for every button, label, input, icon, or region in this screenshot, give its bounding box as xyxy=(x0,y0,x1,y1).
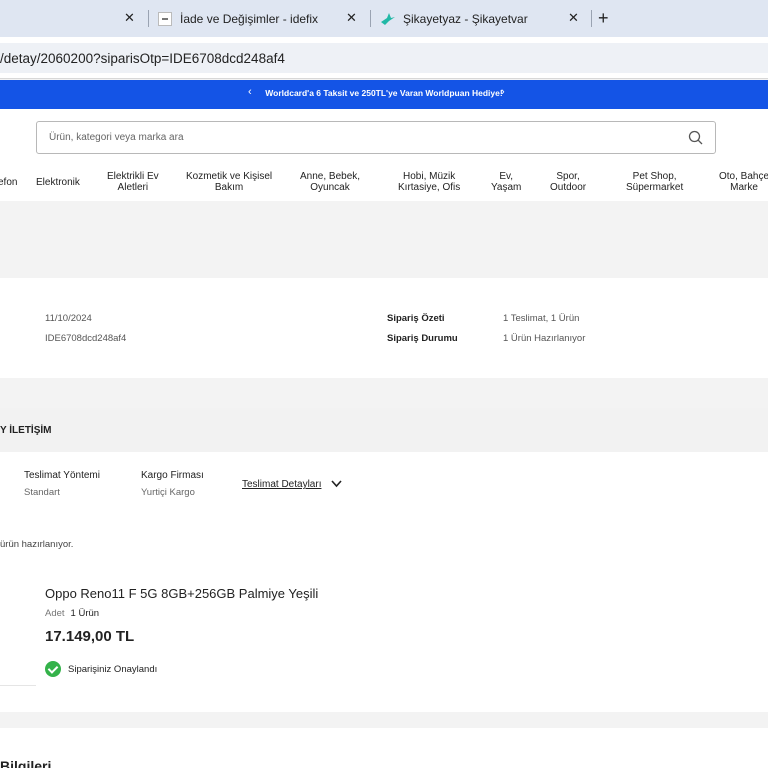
nav-label: Bakım xyxy=(214,182,244,193)
nav-label: Elektronik xyxy=(36,177,80,188)
nav-item-kozmetik[interactable]: Kozmetik ve Kişisel Bakım xyxy=(186,171,272,193)
divider xyxy=(0,685,36,686)
chevron-down-icon[interactable] xyxy=(331,479,342,488)
delivery-method-value: Standart xyxy=(24,487,60,498)
nav-label: Spor, xyxy=(556,171,580,182)
close-tab-icon[interactable]: ✕ xyxy=(124,11,135,25)
order-summary-card: 11/10/2024 IDE6708dcd248af4 Sipariş Özet… xyxy=(0,278,768,378)
browser-tab-bar: ✕ İade ve Değişimler - idefix ✕ Şikayety… xyxy=(0,0,768,37)
order-date: 11/10/2024 xyxy=(45,313,92,324)
nav-item-elektronik[interactable]: Elektronik xyxy=(36,177,80,188)
nav-label: Kırtasiye, Ofis xyxy=(398,182,461,193)
nav-item-oto-bahce[interactable]: Oto, Bahçe Marke xyxy=(719,171,768,193)
order-number: IDE6708dcd248af4 xyxy=(45,333,127,344)
url-field[interactable]: /detay/2060200?siparisOtp=IDE6708dcd248a… xyxy=(0,43,768,73)
nav-label: Oyuncak xyxy=(310,182,350,193)
close-tab-icon[interactable]: ✕ xyxy=(346,11,357,25)
order-summary-label: Sipariş Özeti xyxy=(387,313,445,324)
tab-divider xyxy=(591,10,592,27)
url-text[interactable]: /detay/2060200?siparisOtp=IDE6708dcd248a… xyxy=(0,51,285,66)
tab-title: Şikayetyaz - Şikayetvar xyxy=(403,12,528,26)
nav-label: Outdoor xyxy=(550,182,587,193)
check-circle-icon xyxy=(45,661,61,677)
search-placeholder: Ürün, kategori veya marka ara xyxy=(49,132,184,143)
tab-divider xyxy=(370,10,371,27)
order-confirmed-badge: Siparişiniz Onaylandı xyxy=(45,661,157,677)
delivery-status-note: ürün hazırlanıyor. xyxy=(0,539,74,550)
delivery-method-label: Teslimat Yöntemi xyxy=(24,470,100,481)
delivery-card: Y İLETİŞİM Teslimat Yöntemi Standart Kar… xyxy=(0,408,768,712)
product-price: 17.149,00 TL xyxy=(45,628,135,645)
site-header: Ürün, kategori veya marka ara efon Elekt… xyxy=(0,109,768,201)
nav-item-hobi-muzik[interactable]: Hobi, Müzik Kırtasiye, Ofis xyxy=(398,171,460,193)
delivery-header: Y İLETİŞİM xyxy=(0,408,768,452)
delivery-title: Y İLETİŞİM xyxy=(0,425,52,436)
nav-label: Kozmetik ve Kişisel xyxy=(186,171,273,182)
nav-label: Elektrikli Ev xyxy=(107,171,159,182)
tab-idefix[interactable]: İade ve Değişimler - idefix xyxy=(158,8,318,30)
promo-text: Worldcard'a 6 Taksit ve 250TL'ye Varan W… xyxy=(265,88,503,98)
close-tab-icon[interactable]: ✕ xyxy=(568,11,579,25)
carrier-label: Kargo Firması xyxy=(141,470,204,481)
idefix-favicon-icon xyxy=(158,12,172,26)
delivery-details-link[interactable]: Teslimat Detayları xyxy=(242,479,321,490)
billing-card: Bilgileri xyxy=(0,728,768,768)
nav-item-pet-shop[interactable]: Pet Shop, Süpermarket xyxy=(626,171,683,193)
nav-label: Marke xyxy=(730,182,758,193)
order-status-value: 1 Ürün Hazırlanıyor xyxy=(503,333,586,344)
order-status-label: Sipariş Durumu xyxy=(387,333,458,344)
billing-title: Bilgileri xyxy=(0,758,52,768)
product-name[interactable]: Oppo Reno11 F 5G 8GB+256GB Palmiye Yeşil… xyxy=(45,586,318,601)
nav-label: Oto, Bahçe xyxy=(719,171,768,182)
order-summary-value: 1 Teslimat, 1 Ürün xyxy=(503,313,580,324)
promo-banner[interactable]: ‹ Worldcard'a 6 Taksit ve 250TL'ye Varan… xyxy=(0,80,768,109)
nav-item-ev-yasam[interactable]: Ev, Yaşam xyxy=(491,171,521,193)
nav-label: Ev, xyxy=(499,171,514,182)
search-icon[interactable] xyxy=(688,130,703,145)
nav-item-spor-outdoor[interactable]: Spor, Outdoor xyxy=(550,171,586,193)
search-input[interactable]: Ürün, kategori veya marka ara xyxy=(36,121,716,154)
nav-item-telefon[interactable]: efon xyxy=(0,177,17,188)
quantity-value: 1 Ürün xyxy=(70,608,100,619)
new-tab-plus-icon[interactable]: + xyxy=(598,8,609,29)
nav-label: Hobi, Müzik xyxy=(403,171,456,182)
confirmation-text: Siparişiniz Onaylandı xyxy=(68,663,158,675)
nav-label: Yaşam xyxy=(491,182,522,193)
page-background-band xyxy=(0,201,768,278)
quantity-label: Adet xyxy=(45,608,65,619)
carrier-value: Yurtiçi Kargo xyxy=(141,487,195,498)
address-bar: /detay/2060200?siparisOtp=IDE6708dcd248a… xyxy=(0,37,768,79)
chevron-right-icon[interactable]: › xyxy=(501,86,505,98)
tab-divider xyxy=(148,10,149,27)
tab-sikayetvar[interactable]: Şikayetyaz - Şikayetvar xyxy=(380,8,528,30)
nav-label: Süpermarket xyxy=(626,182,684,193)
product-quantity: Adet 1 Ürün xyxy=(45,608,99,619)
nav-label: efon xyxy=(0,177,18,188)
tab-title: İade ve Değişimler - idefix xyxy=(180,12,319,26)
nav-label: Pet Shop, xyxy=(632,171,677,182)
nav-label: Anne, Bebek, xyxy=(300,171,361,182)
nav-item-anne-bebek[interactable]: Anne, Bebek, Oyuncak xyxy=(300,171,360,193)
nav-item-elektrikli-ev-aletleri[interactable]: Elektrikli Ev Aletleri xyxy=(107,171,159,193)
nav-label: Aletleri xyxy=(117,182,149,193)
sikayetvar-bird-icon xyxy=(381,13,395,25)
